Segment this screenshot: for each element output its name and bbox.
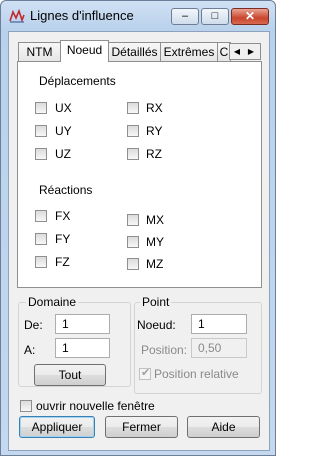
checkbox-mz[interactable] — [127, 258, 139, 270]
scroll-right-icon[interactable]: ▶ — [244, 44, 258, 59]
close-icon: ✕ — [244, 9, 256, 23]
dialog-window: Lignes d'influence – □ ✕ NTM Noeud Détai… — [0, 0, 276, 456]
new-window-label: ouvrir nouvelle fenêtre — [36, 399, 155, 413]
tab-ntm[interactable]: NTM — [18, 42, 61, 61]
tab-details[interactable]: Détaillés — [108, 42, 161, 61]
domaine-group-title: Domaine — [26, 295, 79, 309]
dialog-client-area: NTM Noeud Détaillés Extrêmes C ◀ ▶ Déplac… — [8, 31, 270, 451]
checkbox-label: MZ — [146, 257, 164, 271]
de-label: De: — [24, 318, 43, 332]
checkbox-label: MX — [146, 213, 164, 227]
position-relative-label: Position relative — [154, 367, 239, 381]
checkbox-fy[interactable] — [35, 233, 47, 245]
tab-panel-noeud: Déplacements UX UY UZ RX RY RZ Réactions… — [17, 61, 262, 288]
checkbox-rx[interactable] — [127, 102, 139, 114]
checkbox-label: FX — [55, 209, 71, 223]
tab-extremes[interactable]: Extrêmes — [160, 42, 218, 61]
minimize-icon: – — [181, 10, 189, 22]
point-group-title: Point — [140, 295, 172, 309]
window-title: Lignes d'influence — [30, 8, 134, 23]
tab-label: Détaillés — [111, 45, 158, 59]
checkbox-ux[interactable] — [35, 102, 47, 114]
influence-line-app-icon — [9, 9, 25, 23]
tab-noeud[interactable]: Noeud — [60, 40, 109, 62]
tab-label: Noeud — [66, 43, 103, 57]
checkbox-label: RZ — [146, 147, 162, 161]
checkbox-label: MY — [146, 235, 164, 249]
apply-button[interactable]: Appliquer — [19, 416, 95, 438]
close-button[interactable]: Fermer — [105, 416, 178, 438]
checkbox-label: RY — [146, 124, 163, 138]
checkmark-icon: ✔ — [141, 367, 151, 379]
help-button[interactable]: Aide — [187, 416, 260, 438]
maximize-button[interactable]: □ — [201, 8, 229, 25]
scroll-left-icon[interactable]: ◀ — [230, 44, 244, 59]
position-label: Position: — [141, 343, 188, 357]
a-label: A: — [24, 343, 36, 357]
checkbox-uy[interactable] — [35, 125, 47, 137]
tab-label: Extrêmes — [163, 45, 215, 59]
checkbox-mx[interactable] — [127, 214, 139, 226]
maximize-icon: □ — [211, 10, 219, 22]
noeud-label: Noeud: — [137, 318, 176, 332]
checkbox-label: FY — [55, 232, 71, 246]
checkbox-ry[interactable] — [127, 125, 139, 137]
checkbox-label: UX — [55, 101, 72, 115]
position-relative-checkbox[interactable]: ✔ — [139, 367, 151, 380]
de-input[interactable]: 1 — [55, 314, 110, 334]
checkbox-fz[interactable] — [35, 256, 47, 268]
reactions-heading: Réactions — [39, 183, 93, 197]
checkbox-label: FZ — [55, 255, 70, 269]
tab-scroll-buttons[interactable]: ◀ ▶ — [229, 43, 261, 60]
close-window-button[interactable]: ✕ — [231, 8, 269, 25]
checkbox-label: UY — [55, 124, 72, 138]
checkbox-label: RX — [146, 101, 163, 115]
position-input[interactable]: 0,50 — [191, 338, 247, 358]
a-input[interactable]: 1 — [55, 338, 110, 358]
new-window-checkbox[interactable] — [20, 400, 32, 412]
checkbox-label: UZ — [55, 147, 71, 161]
title-bar[interactable]: Lignes d'influence – □ ✕ — [1, 1, 275, 31]
tab-label: C — [219, 45, 229, 59]
checkbox-rz[interactable] — [127, 148, 139, 160]
tout-button[interactable]: Tout — [34, 364, 106, 386]
checkbox-uz[interactable] — [35, 148, 47, 160]
minimize-button[interactable]: – — [171, 8, 199, 25]
noeud-input[interactable]: 1 — [191, 314, 247, 334]
checkbox-fx[interactable] — [35, 210, 47, 222]
deplacements-heading: Déplacements — [39, 74, 116, 88]
tab-label: NTM — [26, 45, 53, 59]
checkbox-my[interactable] — [127, 236, 139, 248]
